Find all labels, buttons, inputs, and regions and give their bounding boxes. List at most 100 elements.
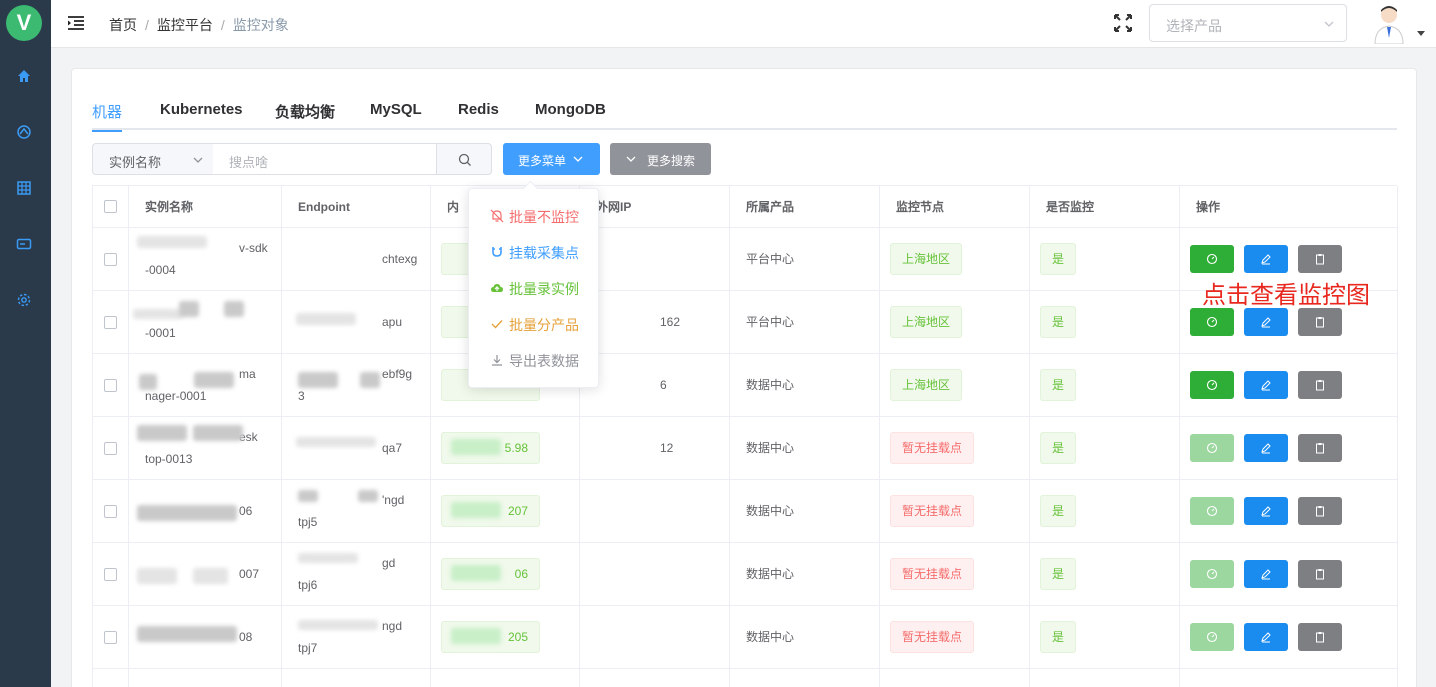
redaction-blur	[137, 626, 237, 642]
table-cell: 平台中心	[730, 228, 880, 290]
table-row-partial	[93, 669, 1398, 687]
table-cell	[1180, 669, 1398, 687]
table-cell	[1180, 354, 1398, 416]
monitored-tag: 是	[1040, 369, 1077, 401]
table-cell	[580, 228, 730, 290]
redaction-blur	[137, 425, 187, 441]
view-monitor-button[interactable]	[1190, 371, 1234, 399]
table-cell: chtexg	[282, 228, 431, 290]
fullscreen-icon[interactable]	[1113, 13, 1133, 33]
settings-icon[interactable]	[16, 292, 32, 308]
view-monitor-button[interactable]	[1190, 623, 1234, 651]
menu-toggle-icon[interactable]	[67, 14, 85, 32]
table-cell: 是	[1030, 543, 1180, 605]
table-header-cell	[93, 186, 129, 227]
monitor-platform-icon[interactable]	[16, 124, 32, 140]
row-checkbox[interactable]	[104, 253, 117, 266]
user-menu-caret-icon[interactable]	[1417, 31, 1425, 36]
monitored-tag: 是	[1040, 558, 1077, 590]
edit-button[interactable]	[1244, 245, 1288, 273]
endpoint-line1: qa7	[382, 441, 403, 455]
delete-button[interactable]	[1298, 434, 1342, 462]
table-cell	[1180, 606, 1398, 668]
check-icon	[491, 320, 503, 329]
view-monitor-button[interactable]	[1190, 497, 1234, 525]
external-ip: 6	[660, 378, 667, 392]
tab-load-balancer[interactable]: 负载均衡	[275, 101, 335, 130]
view-monitor-button[interactable]	[1190, 434, 1234, 462]
search-button[interactable]	[436, 143, 492, 175]
table-cell: 6	[580, 354, 730, 416]
table-cell: 数据中心	[730, 543, 880, 605]
home-icon[interactable]	[16, 68, 32, 84]
tab-machine[interactable]: 机器	[92, 101, 123, 132]
row-checkbox[interactable]	[104, 568, 117, 581]
bell-off-icon	[490, 209, 504, 223]
row-checkbox[interactable]	[104, 442, 117, 455]
row-checkbox[interactable]	[104, 505, 117, 518]
view-monitor-button[interactable]	[1190, 308, 1234, 336]
table-header-cell: 实例名称	[129, 186, 282, 227]
tab-mongodb[interactable]: MongoDB	[535, 101, 606, 130]
edit-button[interactable]	[1244, 371, 1288, 399]
table-header-row: 实例名称 Endpoint 内 外网IP 所属产品 监控节点 是否监控 操作	[93, 186, 1398, 228]
table-cell	[580, 669, 730, 687]
monitor-node-tag: 暂无挂载点	[890, 558, 975, 590]
delete-button[interactable]	[1298, 560, 1342, 588]
table-cell	[129, 669, 282, 687]
breadcrumb-platform[interactable]: 监控平台	[157, 17, 213, 33]
instance-name-line2: top-0013	[145, 452, 193, 466]
row-checkbox[interactable]	[104, 379, 117, 392]
user-avatar[interactable]	[1371, 2, 1407, 44]
row-checkbox[interactable]	[104, 631, 117, 644]
edit-icon	[1261, 569, 1271, 580]
redaction-blur	[133, 309, 183, 319]
more-search-button[interactable]: 更多搜索	[610, 143, 711, 175]
table-cell	[580, 480, 730, 542]
search-field-select[interactable]: 实例名称	[92, 143, 214, 175]
grid-icon[interactable]	[16, 180, 32, 196]
search-input[interactable]: 搜点啥	[213, 143, 437, 175]
product-name: 数据中心	[746, 378, 795, 392]
delete-button[interactable]	[1298, 497, 1342, 525]
clipboard-icon	[1316, 569, 1324, 580]
select-all-checkbox[interactable]	[104, 200, 117, 213]
view-monitor-button[interactable]	[1190, 560, 1234, 588]
delete-button[interactable]	[1298, 245, 1342, 273]
delete-button[interactable]	[1298, 623, 1342, 651]
tab-redis[interactable]: Redis	[458, 101, 499, 130]
app-logo[interactable]: V	[6, 5, 42, 41]
view-monitor-button[interactable]	[1190, 245, 1234, 273]
menu-item-batch-unmonitor[interactable]: 批量不监控	[469, 198, 598, 234]
edit-button[interactable]	[1244, 560, 1288, 588]
tab-mysql[interactable]: MySQL	[370, 101, 422, 130]
tab-kubernetes[interactable]: Kubernetes	[160, 101, 243, 130]
redaction-blur	[451, 628, 501, 644]
clipboard-icon	[1316, 254, 1324, 265]
product-name: 数据中心	[746, 567, 795, 581]
card-icon[interactable]	[16, 236, 32, 252]
edit-button[interactable]	[1244, 497, 1288, 525]
breadcrumb-home[interactable]: 首页	[109, 17, 137, 33]
column-header: 监控节点	[896, 200, 945, 214]
edit-icon	[1261, 317, 1271, 328]
menu-item-batch-assign-product[interactable]: 批量分产品	[469, 306, 598, 342]
row-checkbox[interactable]	[104, 316, 117, 329]
menu-item-batch-import-instance[interactable]: 批量录实例	[469, 270, 598, 306]
dashboard-icon	[1206, 568, 1218, 580]
menu-item-mount-collector[interactable]: 挂载采集点	[469, 234, 598, 270]
edit-button[interactable]	[1244, 434, 1288, 462]
more-menu-dropdown: 批量不监控 挂载采集点 批量录实例 批量分产品 导出表数据	[468, 188, 599, 388]
delete-button[interactable]	[1298, 308, 1342, 336]
delete-button[interactable]	[1298, 371, 1342, 399]
table-cell: 是	[1030, 354, 1180, 416]
more-menu-button[interactable]: 更多菜单	[503, 143, 600, 175]
edit-button[interactable]	[1244, 623, 1288, 651]
table-row: 08 ngd tpj7 205 数据中心 暂无挂载点是	[93, 606, 1398, 669]
menu-item-export-table[interactable]: 导出表数据	[469, 342, 598, 378]
product-select[interactable]: 选择产品	[1149, 4, 1347, 42]
edit-button[interactable]	[1244, 308, 1288, 336]
table-cell: 暂无挂载点	[880, 543, 1030, 605]
edit-icon	[1261, 254, 1271, 265]
dashboard-icon	[1206, 631, 1218, 643]
